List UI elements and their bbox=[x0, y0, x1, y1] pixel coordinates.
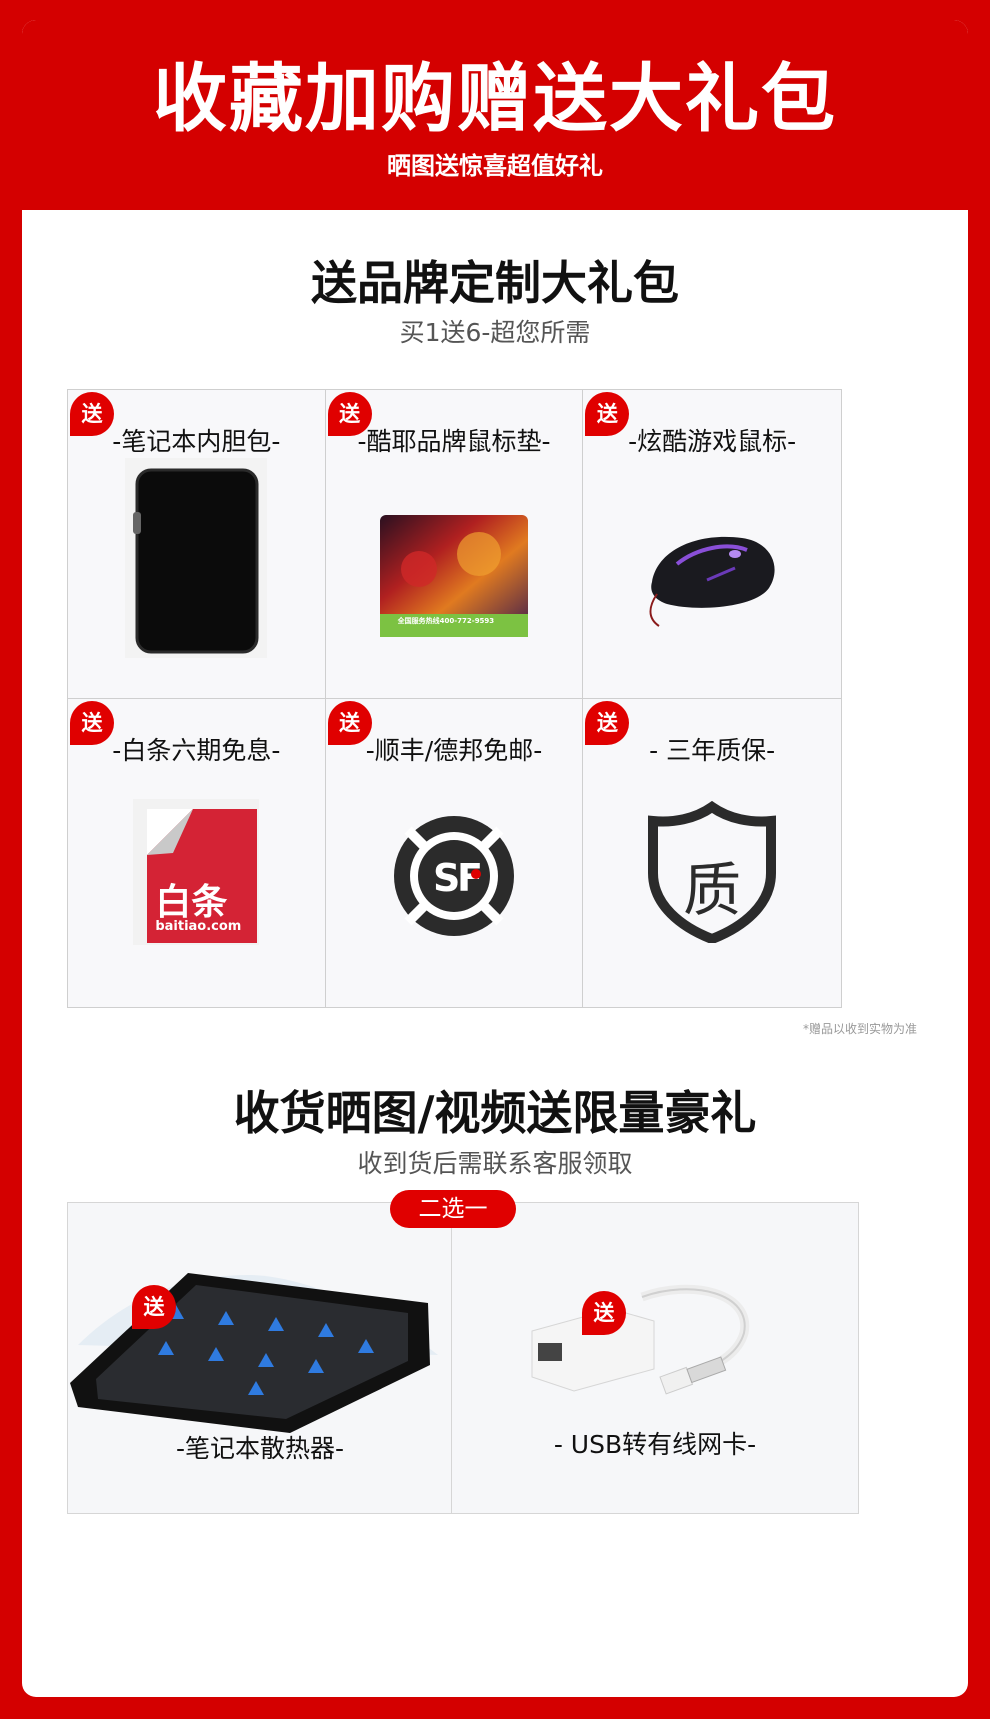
gift-item-mouse-pad[interactable]: 送 -酷耶品牌鼠标垫- 全国服务热线400-772-9593 bbox=[325, 390, 584, 699]
brand-pack-grid: 送 -笔记本内胆包- 送 -酷耶品牌鼠标垫- 全国服务热线400-772-959… bbox=[67, 389, 842, 1008]
gift-item-warranty[interactable]: 送 - 三年质保- 质 bbox=[583, 698, 841, 1007]
gift-item-free-shipping[interactable]: 送 -顺丰/德邦免邮- S F bbox=[325, 698, 584, 1007]
gift-label: -白条六期免息- bbox=[112, 735, 281, 765]
baitiao-text: 白条 bbox=[155, 881, 228, 923]
mousepad-hotline: 全国服务热线400-772-9593 bbox=[397, 617, 495, 625]
gift-label: -顺丰/德邦免邮- bbox=[365, 735, 543, 765]
brand-pack-subtitle: 买1送6-超您所需 bbox=[399, 318, 591, 347]
gift-option-label: - USB转有线网卡- bbox=[553, 1430, 757, 1459]
photo-gift-subtitle: 收到货后需联系客服领取 bbox=[357, 1149, 633, 1178]
baitiao-domain: baitiao.com bbox=[155, 918, 242, 934]
gift-badge: 送 bbox=[132, 1285, 176, 1329]
warranty-char: 质 bbox=[683, 855, 742, 924]
top-banner: 收藏加购赠送大礼包 晒图送惊喜超值好礼 bbox=[22, 20, 968, 210]
gift-label: - 三年质保- bbox=[649, 735, 776, 765]
gift-badge: 送 bbox=[582, 1291, 626, 1335]
gift-label: -笔记本内胆包- bbox=[112, 427, 281, 456]
gift-option-label: -笔记本散热器- bbox=[175, 1434, 345, 1463]
gift-note: *赠品以收到实物为准 bbox=[802, 1022, 917, 1036]
gift-item-laptop-sleeve[interactable]: 送 -笔记本内胆包- bbox=[68, 390, 326, 699]
banner-subtitle: 晒图送惊喜超值好礼 bbox=[387, 152, 603, 180]
banner-title: 收藏加购赠送大礼包 bbox=[153, 56, 837, 142]
gift-item-gaming-mouse[interactable]: 送 -炫酷游戏鼠标- bbox=[583, 390, 841, 699]
photo-gift-title: 收货晒图/视频送限量豪礼 bbox=[233, 1086, 757, 1140]
svg-text:F: F bbox=[457, 856, 483, 900]
laptop-cooler-image bbox=[70, 1273, 438, 1433]
gift-item-baitiao[interactable]: 送 -白条六期免息- 白条 baitiao.com bbox=[68, 698, 326, 1007]
baitiao-logo: 白条 baitiao.com bbox=[133, 798, 260, 945]
laptop-sleeve-image bbox=[125, 458, 268, 658]
gift-label: -酷耶品牌鼠标垫- bbox=[357, 427, 551, 456]
gift-option-laptop-cooler[interactable]: 送 -笔记本散热器- bbox=[67, 1202, 453, 1514]
brand-pack-title: 送品牌定制大礼包 bbox=[311, 256, 679, 310]
gaming-mouse-image bbox=[649, 536, 775, 627]
sf-express-logo: S F bbox=[393, 815, 514, 936]
pick-one-badge: 二选一 bbox=[390, 1190, 516, 1228]
gift-label: -炫酷游戏鼠标- bbox=[628, 427, 797, 456]
usb-ethernet-adapter-image bbox=[531, 1284, 750, 1395]
gift-option-usb-adapter[interactable]: 送 - USB转有线网卡- bbox=[451, 1202, 859, 1514]
